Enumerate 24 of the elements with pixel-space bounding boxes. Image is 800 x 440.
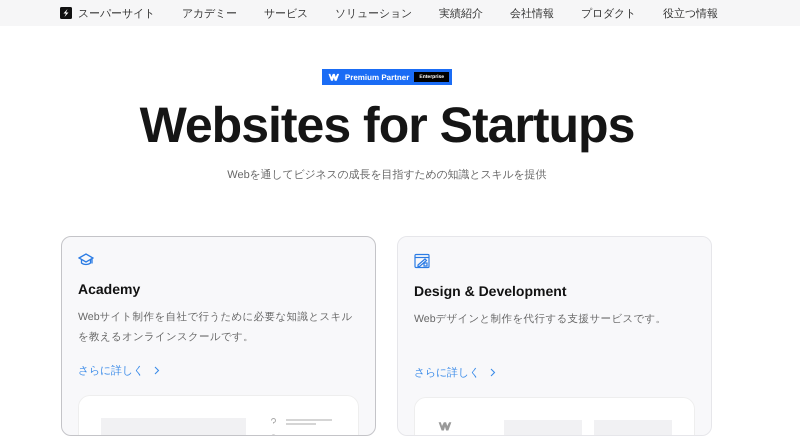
brand-name[interactable]: スーパーサイト bbox=[78, 6, 155, 20]
webflow-logo-icon bbox=[437, 420, 452, 432]
logo-icon[interactable] bbox=[60, 7, 72, 19]
service-card[interactable]: Design & Development Webデザインと制作を代行する支援サービスです。 さらに詳しく bbox=[397, 236, 712, 436]
card-title: Academy bbox=[78, 281, 140, 297]
nav-link[interactable]: サービス bbox=[264, 6, 308, 20]
graduation-cap-icon bbox=[78, 253, 94, 267]
nav-link[interactable]: アカデミー bbox=[182, 6, 237, 20]
badge-label: Premium Partner bbox=[344, 72, 410, 82]
chevron-right-icon bbox=[154, 366, 160, 375]
chevron-right-icon bbox=[490, 368, 496, 377]
service-card[interactable]: Academy Webサイト制作を自社で行うために必要な知識とスキルを教えるオンラインスクールです。 さらに詳しく bbox=[61, 236, 376, 436]
nav-link[interactable]: プロダクト bbox=[581, 6, 636, 20]
nav-link[interactable]: 役立つ情報 bbox=[663, 6, 718, 20]
hero-subtitle: Webを通してビジネスの成長を目指すための知識とスキルを提供 bbox=[227, 168, 547, 182]
design-window-icon bbox=[414, 253, 430, 269]
card-title: Design & Development bbox=[414, 283, 566, 299]
nav-link[interactable]: 実績紹介 bbox=[439, 6, 483, 20]
hero-title: Websites for Startups bbox=[140, 96, 634, 155]
nav-link[interactable]: ソリューション bbox=[335, 6, 412, 20]
card-description: Webサイト制作を自社で行うために必要な知識とスキルを教えるオンラインスクールです。 bbox=[78, 310, 354, 345]
webflow-logo-icon bbox=[326, 72, 340, 82]
nav-link[interactable]: 会社情報 bbox=[510, 6, 554, 20]
card-description: Webデザインと制作を代行する支援サービスです。 bbox=[414, 312, 668, 327]
